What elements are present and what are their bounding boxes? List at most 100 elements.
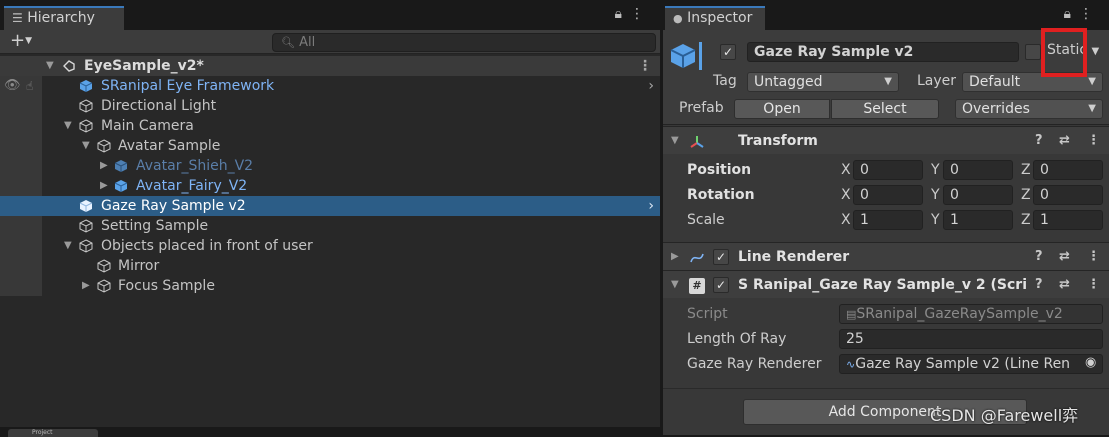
- axis-y[interactable]: Y: [931, 187, 940, 203]
- hierarchy-item-objects-in-front[interactable]: ▼ Objects placed in front of user: [0, 236, 660, 256]
- hierarchy-item-mirror[interactable]: Mirror: [0, 256, 660, 276]
- prefab-open-button[interactable]: Open: [734, 99, 830, 119]
- active-checkbox[interactable]: ✓: [720, 44, 736, 60]
- eye-icon[interactable]: 👁︎: [4, 76, 21, 96]
- hierarchy-item-setting-sample[interactable]: Setting Sample: [0, 216, 660, 236]
- script-component-body: Script ▤SRanipal_GazeRaySample_v2 Length…: [663, 298, 1109, 388]
- position-y-input[interactable]: 0: [943, 160, 1013, 180]
- gameobject-cube-icon: [79, 219, 93, 233]
- axis-x[interactable]: X: [841, 212, 851, 228]
- axis-y[interactable]: Y: [931, 212, 940, 228]
- gaze-ray-renderer-field[interactable]: ∿Gaze Ray Sample v2 (Line Ren: [839, 354, 1103, 374]
- collapse-arrow-icon[interactable]: ▶: [100, 156, 108, 176]
- axis-y[interactable]: Y: [931, 162, 940, 178]
- object-name-input[interactable]: Gaze Ray Sample v2: [747, 42, 1019, 62]
- tag-dropdown[interactable]: Untagged ▼: [747, 72, 899, 92]
- expand-arrow-icon[interactable]: ▼: [64, 236, 72, 256]
- tab-hierarchy[interactable]: ☰ Hierarchy: [4, 6, 124, 30]
- chevron-right-icon[interactable]: ›: [648, 196, 654, 216]
- axis-x[interactable]: X: [841, 162, 851, 178]
- tab-hierarchy-label: Hierarchy: [27, 10, 95, 26]
- line-renderer-header[interactable]: ▶ ✓ Line Renderer ? ⇄ ⋮: [663, 242, 1109, 270]
- scale-y-input[interactable]: 1: [943, 210, 1013, 230]
- gutter: [0, 276, 42, 296]
- scale-z-input[interactable]: 1: [1033, 210, 1103, 230]
- gameobject-cube-icon: [97, 259, 111, 273]
- axis-z[interactable]: Z: [1021, 212, 1031, 228]
- script-enabled-checkbox[interactable]: ✓: [713, 277, 729, 293]
- expand-arrow-icon[interactable]: ▼: [64, 116, 72, 136]
- expand-arrow-icon[interactable]: ▼: [671, 271, 679, 298]
- lock-icon[interactable]: 🔒︎: [615, 6, 630, 22]
- add-button[interactable]: +▼: [10, 30, 32, 52]
- tab-project-label: Project: [32, 429, 53, 436]
- gameobject-cube-icon: [79, 119, 93, 133]
- expand-arrow-icon[interactable]: ▼: [46, 56, 54, 76]
- chevron-right-icon[interactable]: ›: [648, 76, 654, 96]
- presets-icon[interactable]: ⇄: [1059, 271, 1070, 298]
- help-icon[interactable]: ?: [1035, 271, 1043, 298]
- presets-icon[interactable]: ⇄: [1059, 127, 1070, 154]
- collapse-arrow-icon[interactable]: ▶: [100, 176, 108, 196]
- component-menu-icon[interactable]: ⋮: [1087, 127, 1100, 154]
- axis-z[interactable]: Z: [1021, 187, 1031, 203]
- info-icon: ●: [673, 12, 683, 25]
- rotation-y-input[interactable]: 0: [943, 185, 1013, 205]
- prefab-overrides-dropdown[interactable]: Overrides ▼: [955, 99, 1103, 119]
- static-checkbox[interactable]: [1025, 44, 1041, 60]
- gameobject-cube-icon: [79, 239, 93, 253]
- component-menu-icon[interactable]: ⋮: [1087, 243, 1100, 270]
- checkmark-icon: ✓: [715, 250, 727, 264]
- help-icon[interactable]: ?: [1035, 243, 1043, 270]
- hierarchy-item-label: Setting Sample: [101, 218, 209, 234]
- tab-project[interactable]: Project: [8, 429, 98, 437]
- script-component-header[interactable]: ▼ # ✓ S Ranipal_Gaze Ray Sample_v 2 (Scr…: [663, 270, 1109, 298]
- pick-hand-icon[interactable]: ☝︎: [26, 76, 33, 96]
- expand-arrow-icon[interactable]: ▼: [671, 127, 679, 154]
- object-picker-icon[interactable]: ◉: [1085, 355, 1096, 370]
- more-icon[interactable]: ⋮: [1079, 6, 1101, 22]
- rotation-x-input[interactable]: 0: [853, 185, 923, 205]
- expand-arrow-icon[interactable]: ▼: [82, 136, 90, 156]
- component-menu-icon[interactable]: ⋮: [1087, 271, 1100, 298]
- axis-z[interactable]: Z: [1021, 162, 1031, 178]
- prefab-select-button[interactable]: Select: [831, 99, 939, 119]
- rotation-label: Rotation: [687, 187, 755, 203]
- position-z-input[interactable]: 0: [1033, 160, 1103, 180]
- position-x-input[interactable]: 0: [853, 160, 923, 180]
- scene-row[interactable]: ▼ EyeSample_v2* ⋮: [0, 56, 660, 76]
- hierarchy-item-label: Gaze Ray Sample v2: [101, 198, 246, 214]
- tab-inspector[interactable]: ● Inspector: [665, 6, 765, 30]
- scale-x-input[interactable]: 1: [853, 210, 923, 230]
- prefab-bar: [699, 42, 702, 70]
- length-of-ray-input[interactable]: 25: [839, 329, 1103, 349]
- lock-icon[interactable]: 🔒︎: [1064, 6, 1079, 22]
- transform-header[interactable]: ▼ Transform ? ⇄ ⋮: [663, 126, 1109, 154]
- hierarchy-item-focus-sample[interactable]: ▶ Focus Sample: [0, 276, 660, 296]
- transform-body: Position X 0 Y 0 Z 0 Rotation X 0 Y 0 Z …: [663, 154, 1109, 244]
- axis-x[interactable]: X: [841, 187, 851, 203]
- renderer-value: Gaze Ray Sample v2 (Line Ren: [855, 356, 1071, 372]
- hierarchy-item-avatar-shieh[interactable]: ▶ Avatar_Shieh_V2: [0, 156, 660, 176]
- hierarchy-item-avatar-sample[interactable]: ▼ Avatar Sample: [0, 136, 660, 156]
- hierarchy-item-sranipal[interactable]: 👁︎ ☝︎ SRanipal Eye Framework ›: [0, 76, 660, 96]
- hierarchy-item-avatar-fairy[interactable]: ▶ Avatar_Fairy_V2: [0, 176, 660, 196]
- list-icon: ☰: [12, 11, 23, 25]
- scene-menu-icon[interactable]: ⋮: [638, 56, 652, 76]
- collapse-arrow-icon[interactable]: ▶: [671, 243, 679, 270]
- chevron-down-icon: ▼: [1088, 76, 1096, 87]
- help-icon[interactable]: ?: [1035, 127, 1043, 154]
- hierarchy-item-label: Directional Light: [101, 98, 217, 114]
- line-renderer-enabled-checkbox[interactable]: ✓: [713, 249, 729, 265]
- hierarchy-tree: ▼ EyeSample_v2* ⋮ 👁︎ ☝︎ SRanipal Eye Fra…: [0, 54, 660, 434]
- hierarchy-item-directional-light[interactable]: Directional Light: [0, 96, 660, 116]
- rotation-z-input[interactable]: 0: [1033, 185, 1103, 205]
- more-icon[interactable]: ⋮: [630, 6, 652, 22]
- search-icon: 🔍︎: [281, 36, 295, 49]
- collapse-arrow-icon[interactable]: ▶: [82, 276, 90, 296]
- hierarchy-item-main-camera[interactable]: ▼ Main Camera: [0, 116, 660, 136]
- hierarchy-item-gaze-ray-sample[interactable]: Gaze Ray Sample v2 ›: [0, 196, 660, 216]
- presets-icon[interactable]: ⇄: [1059, 243, 1070, 270]
- search-input[interactable]: 🔍︎ All: [272, 33, 656, 52]
- length-of-ray-label: Length Of Ray: [687, 331, 787, 347]
